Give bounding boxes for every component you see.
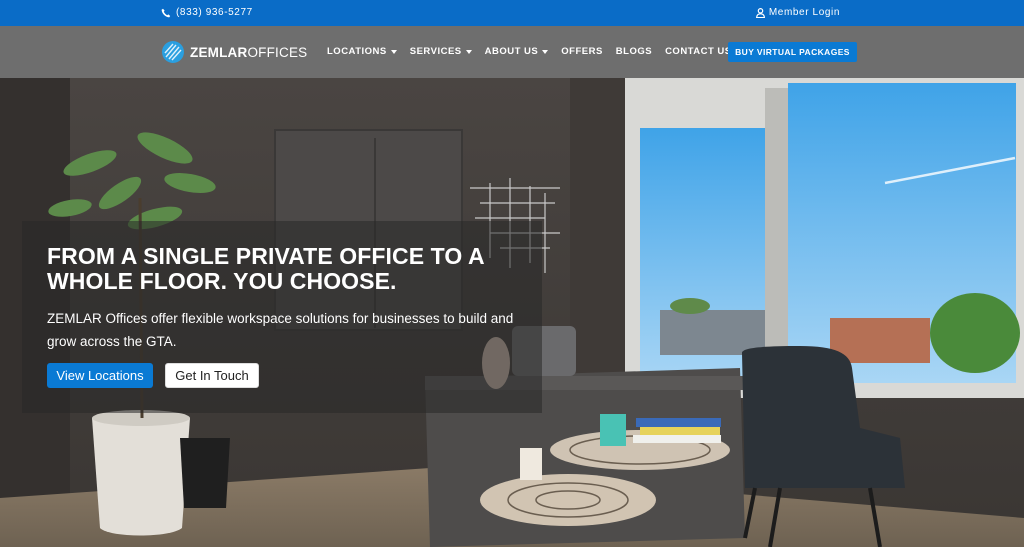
main-nav: ZEMLAROFFICES LOCATIONS SERVICES ABOUT U… bbox=[0, 26, 1024, 78]
caret-down-icon bbox=[465, 49, 472, 54]
buy-virtual-packages-button[interactable]: BUY VIRTUAL PACKAGES bbox=[728, 42, 857, 62]
nav-item-blogs[interactable]: BLOGS bbox=[616, 46, 652, 57]
phone-icon bbox=[161, 8, 171, 17]
nav-item-contact-us[interactable]: CONTACT US bbox=[665, 46, 732, 57]
user-icon bbox=[755, 7, 765, 18]
member-login-link[interactable]: Member Login bbox=[755, 7, 840, 18]
nav-menu: LOCATIONS SERVICES ABOUT US OFFERS BLOGS… bbox=[327, 46, 745, 57]
logo[interactable]: ZEMLAROFFICES bbox=[161, 40, 307, 64]
hero-subtext: ZEMLAR Offices offer flexible workspace … bbox=[47, 311, 514, 349]
nav-item-locations[interactable]: LOCATIONS bbox=[327, 46, 397, 57]
hero-section: FROM A SINGLE PRIVATE OFFICE TO A WHOLE … bbox=[0, 78, 1024, 547]
logo-mark-icon bbox=[162, 41, 184, 63]
hero-headline: FROM A SINGLE PRIVATE OFFICE TO A WHOLE … bbox=[47, 243, 484, 294]
logo-text-light: OFFICES bbox=[247, 44, 308, 60]
logo-text: ZEMLAROFFICES bbox=[190, 45, 307, 60]
logo-text-bold: ZEMLAR bbox=[190, 44, 248, 60]
nav-item-label[interactable]: LOCATIONS bbox=[327, 46, 387, 57]
nav-item-offers[interactable]: OFFERS bbox=[561, 46, 603, 57]
nav-item-label[interactable]: BLOGS bbox=[616, 46, 652, 57]
nav-item-label[interactable]: OFFERS bbox=[561, 46, 603, 57]
nav-item-about-us[interactable]: ABOUT US bbox=[485, 46, 549, 57]
caret-down-icon bbox=[542, 49, 549, 54]
nav-item-label[interactable]: ABOUT US bbox=[485, 46, 539, 57]
view-locations-button[interactable]: View Locations bbox=[47, 363, 153, 388]
nav-item-label[interactable]: SERVICES bbox=[410, 46, 462, 57]
nav-item-services[interactable]: SERVICES bbox=[410, 46, 472, 57]
member-login-label[interactable]: Member Login bbox=[769, 7, 840, 18]
caret-down-icon bbox=[390, 49, 397, 54]
phone-link[interactable]: (833) 936-5277 bbox=[161, 7, 253, 18]
nav-item-label[interactable]: CONTACT US bbox=[665, 46, 732, 57]
phone-number[interactable]: (833) 936-5277 bbox=[176, 7, 253, 18]
top-bar: (833) 936-5277 Member Login bbox=[0, 0, 1024, 26]
get-in-touch-button[interactable]: Get In Touch bbox=[165, 363, 259, 388]
